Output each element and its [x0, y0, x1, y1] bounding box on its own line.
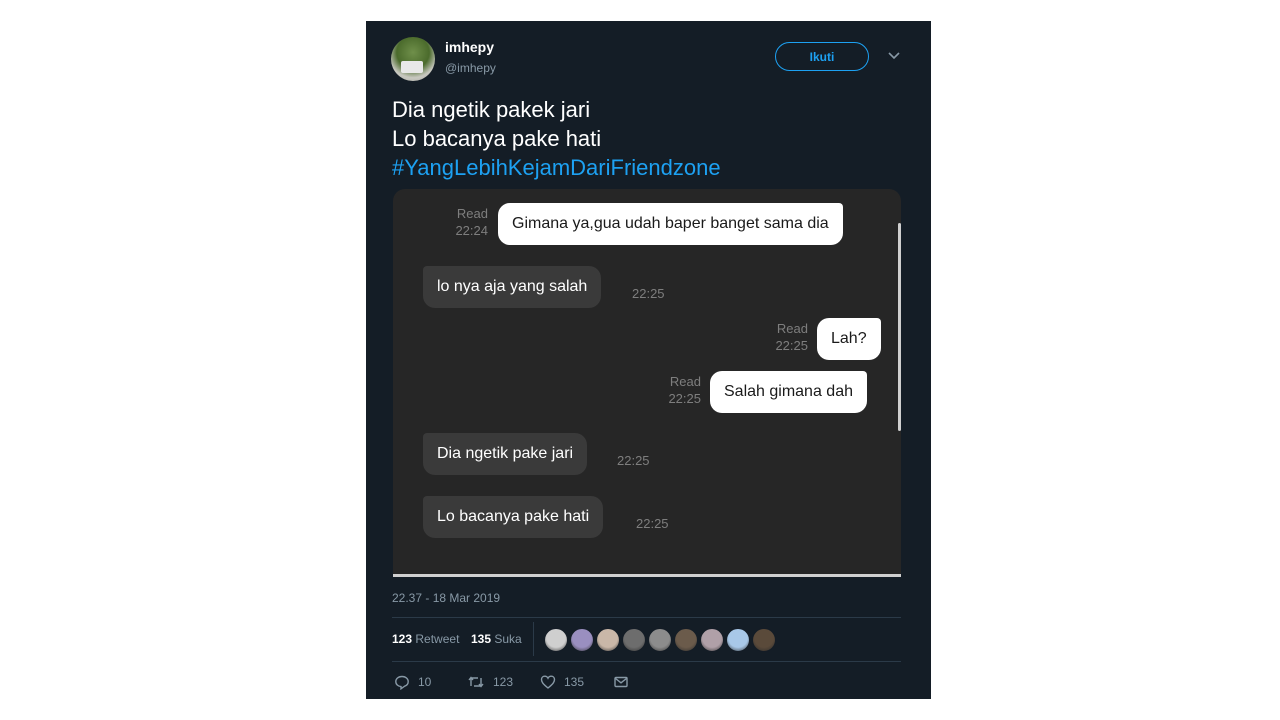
chat-bubble-outgoing: Gimana ya,gua udah baper banget sama dia	[498, 203, 843, 245]
tweet-card: imhepy @imhepy Ikuti Dia ngetik pakek ja…	[366, 21, 931, 699]
like-action-count: 135	[564, 675, 585, 689]
heart-icon	[540, 675, 556, 689]
read-receipt: Read 22:25	[668, 374, 701, 406]
liker-avatar[interactable]	[648, 628, 672, 652]
liker-avatar[interactable]	[726, 628, 750, 652]
read-receipt: Read 22:25	[775, 321, 808, 353]
avatar[interactable]	[391, 37, 435, 81]
chat-screenshot-image[interactable]: Read 22:24 Gimana ya,gua udah baper bange…	[393, 189, 901, 575]
divider	[392, 661, 901, 662]
chevron-down-icon[interactable]	[887, 49, 901, 63]
reply-action[interactable]: 10	[394, 674, 431, 690]
liker-avatar[interactable]	[700, 628, 724, 652]
like-count[interactable]: 135 Suka	[471, 632, 522, 646]
liker-avatar[interactable]	[570, 628, 594, 652]
chat-bubble-incoming: Dia ngetik pake jari	[423, 433, 588, 475]
retweet-action[interactable]: 123	[467, 674, 513, 690]
follow-button[interactable]: Ikuti	[775, 42, 869, 71]
retweet-action-count: 123	[493, 675, 514, 689]
message-time: 22:25	[632, 286, 665, 301]
liker-avatar[interactable]	[596, 628, 620, 652]
image-border	[393, 574, 901, 577]
liker-avatar[interactable]	[622, 628, 646, 652]
chat-bubble-outgoing: Salah gimana dah	[710, 371, 867, 413]
scrollbar	[898, 223, 901, 431]
user-handle[interactable]: @imhepy	[445, 61, 496, 75]
message-time: 22:25	[617, 453, 650, 468]
retweet-icon	[468, 676, 484, 688]
chat-bubble-incoming: lo nya aja yang salah	[423, 266, 602, 308]
envelope-icon	[614, 676, 628, 688]
read-receipt: Read 22:24	[455, 206, 488, 238]
retweet-count[interactable]: 123 Retweet	[392, 632, 459, 646]
tweet-line: Dia ngetik pakek jari	[392, 97, 591, 122]
tweet-text: Dia ngetik pakek jari Lo bacanya pake ha…	[392, 95, 721, 182]
chat-bubble-outgoing: Lah?	[817, 318, 881, 360]
message-action[interactable]	[613, 674, 629, 690]
divider	[533, 622, 534, 656]
like-action[interactable]: 135	[540, 674, 584, 690]
chat-bubble-incoming: Lo bacanya pake hati	[423, 496, 604, 538]
tweet-timestamp[interactable]: 22.37 - 18 Mar 2019	[392, 591, 500, 605]
liker-avatar[interactable]	[752, 628, 776, 652]
reply-count: 10	[418, 675, 432, 689]
user-name[interactable]: imhepy	[445, 39, 494, 55]
hashtag-link[interactable]: #YangLebihKejamDariFriendzone	[392, 153, 721, 182]
liker-avatar[interactable]	[544, 628, 568, 652]
liker-avatar[interactable]	[674, 628, 698, 652]
divider	[392, 617, 901, 618]
message-time: 22:25	[636, 516, 669, 531]
tweet-line: Lo bacanya pake hati	[392, 126, 602, 151]
reply-icon	[395, 675, 409, 690]
